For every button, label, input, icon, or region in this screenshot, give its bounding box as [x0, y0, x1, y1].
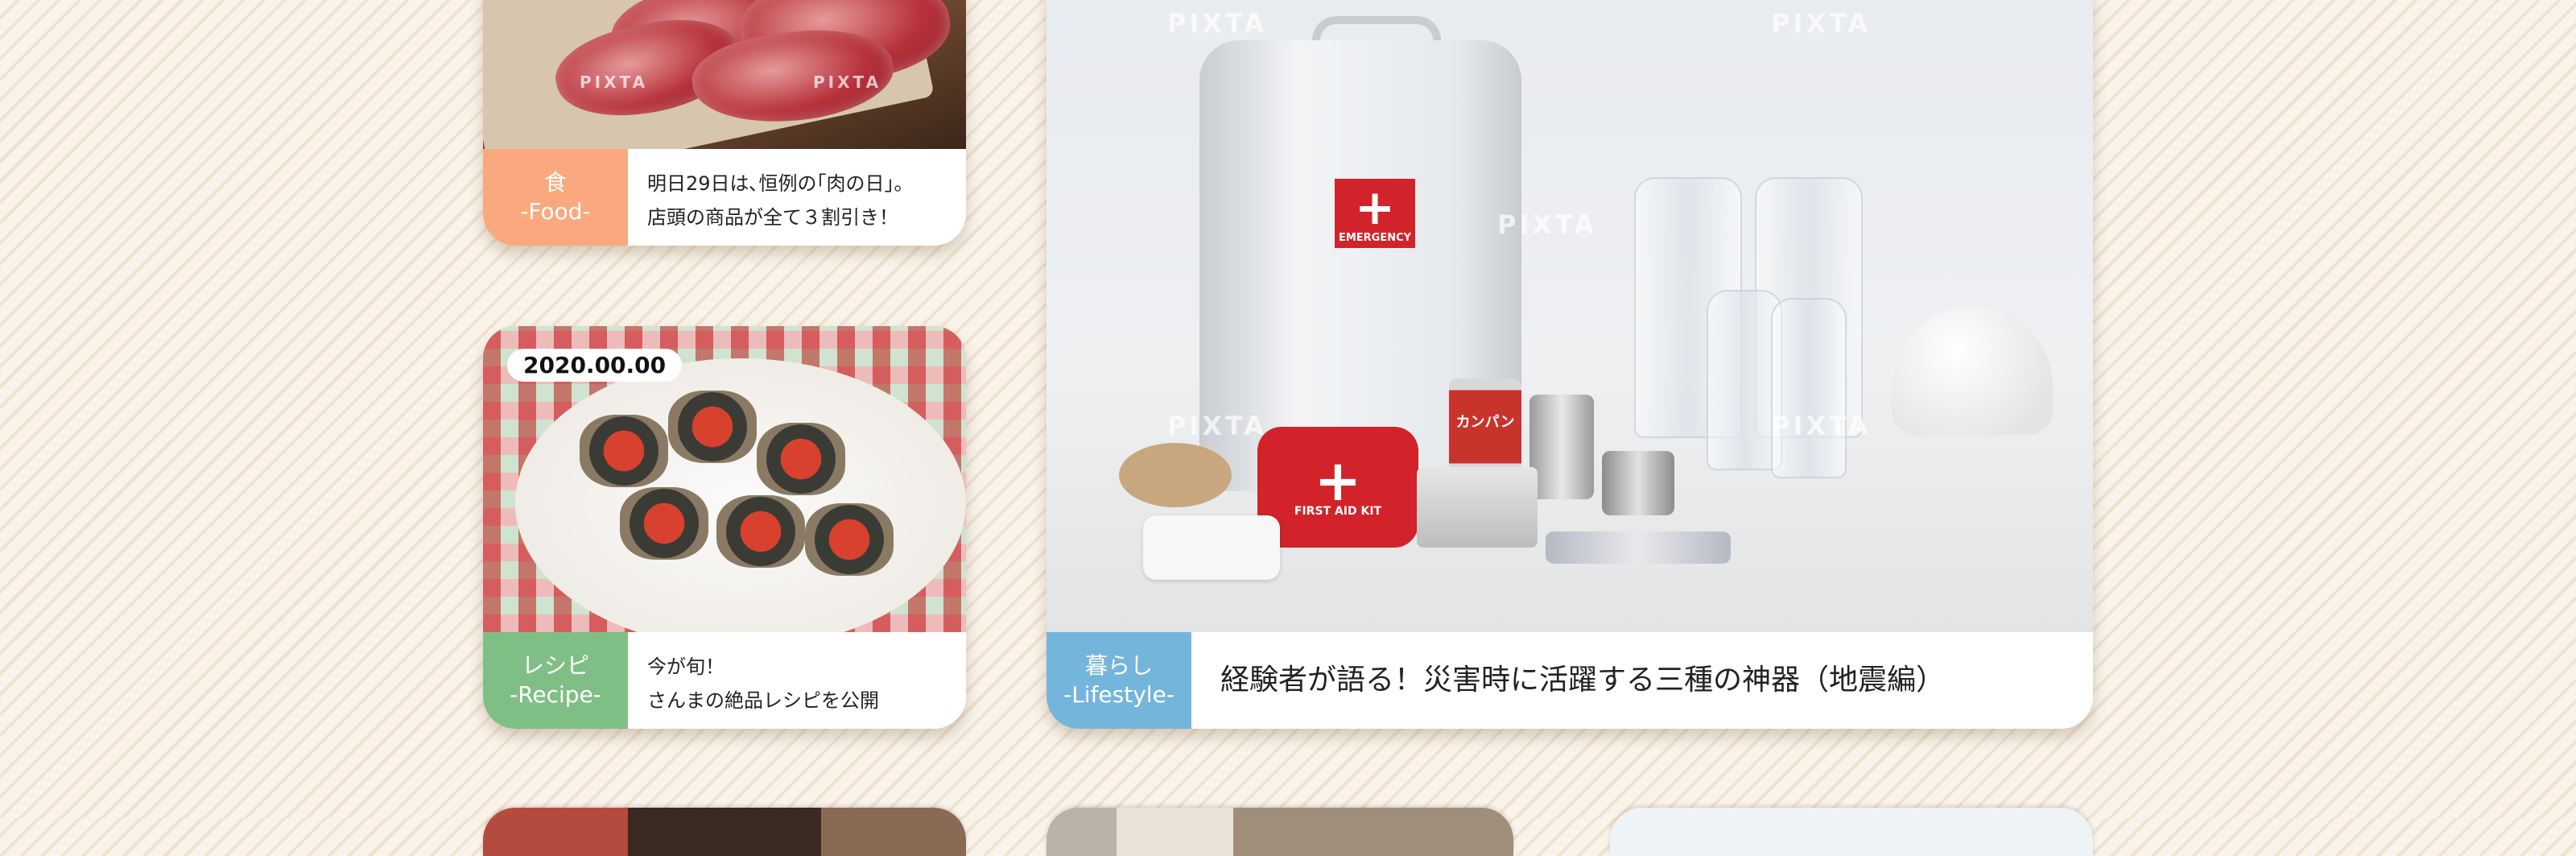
- category-badge-recipe[interactable]: レシピ -Recipe-: [483, 632, 628, 729]
- category-label-en: -Food-: [520, 198, 591, 225]
- article-card-partial[interactable]: [483, 808, 966, 856]
- watermark: PIXTA: [1771, 8, 1872, 39]
- card-text-line: 明日29日は､恒例の｢肉の日｣。: [647, 172, 914, 195]
- card-text-line: 店頭の商品が全て３割引き！: [647, 206, 898, 229]
- article-card-recipe[interactable]: 2020.00.00 レシピ -Recipe- 今が旬！ さんまの絶品レシピを公…: [483, 326, 966, 729]
- card-text: 明日29日は､恒例の｢肉の日｣。 店頭の商品が全て３割引き！: [628, 149, 933, 246]
- category-label-jp: 食: [543, 168, 567, 196]
- watermark: PIXTA: [1167, 411, 1268, 441]
- watermark: PIXTA: [580, 72, 649, 92]
- card-text-line: 今が旬！: [647, 655, 724, 678]
- category-badge-lifestyle[interactable]: 暮らし -Lifestyle-: [1046, 632, 1191, 729]
- card-text-line: さんまの絶品レシピを公開: [647, 689, 879, 712]
- watermark: PIXTA: [813, 72, 882, 92]
- category-label-jp: 暮らし: [1084, 651, 1153, 679]
- sanma-dish-photo: 2020.00.00: [483, 326, 966, 632]
- emergency-label: EMERGENCY: [1338, 231, 1412, 244]
- watermark: PIXTA: [1167, 8, 1268, 39]
- first-aid-label: FIRST AID KIT: [1294, 505, 1382, 518]
- article-card-food[interactable]: PIXTA PIXTA 食 -Food- 明日29日は､恒例の｢肉の日｣。 店頭…: [483, 0, 966, 246]
- watermark: PIXTA: [1771, 411, 1872, 441]
- meat-photo: PIXTA PIXTA: [483, 0, 966, 149]
- article-card-partial[interactable]: [1610, 808, 2093, 856]
- emergency-patch: + EMERGENCY: [1335, 179, 1415, 248]
- food-can: カンパン: [1449, 378, 1521, 475]
- card-caption: 暮らし -Lifestyle- 経験者が語る！災害時に活躍する三種の神器（地震編…: [1046, 632, 2093, 729]
- card-text: 今が旬！ さんまの絶品レシピを公開: [628, 632, 898, 729]
- category-label-en: -Recipe-: [510, 681, 601, 708]
- first-aid-kit: + FIRST AID KIT: [1257, 427, 1418, 548]
- article-card-lifestyle[interactable]: + EMERGENCY + FIRST AID KIT カンパン PIXTA P…: [1046, 0, 2093, 729]
- card-title: 経験者が語る！災害時に活躍する三種の神器（地震編）: [1220, 664, 1946, 697]
- card-caption: レシピ -Recipe- 今が旬！ さんまの絶品レシピを公開: [483, 632, 966, 729]
- article-card-partial[interactable]: [1046, 808, 1513, 856]
- category-label-en: -Lifestyle-: [1063, 681, 1174, 708]
- watermark: PIXTA: [1497, 209, 1598, 240]
- can-label: カンパン: [1455, 414, 1515, 431]
- date-badge: 2020.00.00: [507, 349, 683, 382]
- emergency-kit-photo: + EMERGENCY + FIRST AID KIT カンパン PIXTA P…: [1046, 0, 2093, 632]
- category-label-jp: レシピ: [521, 651, 589, 679]
- card-caption: 食 -Food- 明日29日は､恒例の｢肉の日｣。 店頭の商品が全て３割引き！: [483, 149, 966, 246]
- category-badge-food[interactable]: 食 -Food-: [483, 149, 628, 246]
